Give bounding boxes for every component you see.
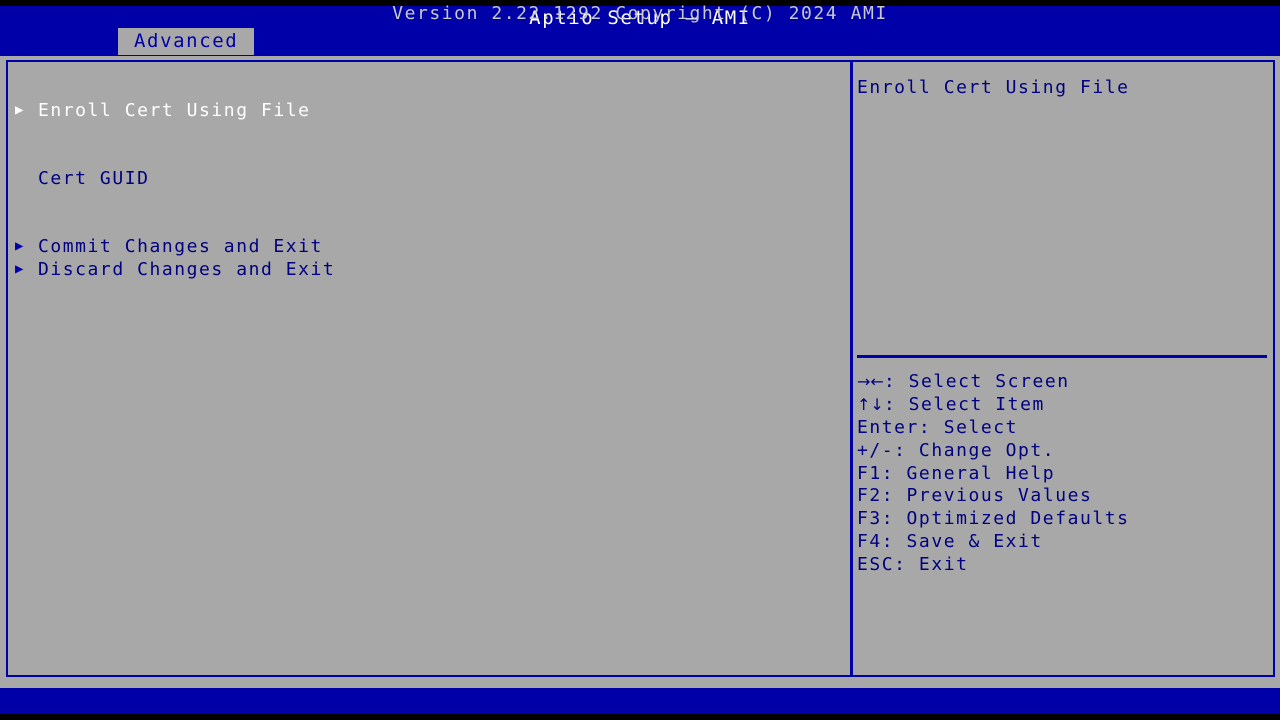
pane-divider <box>850 60 853 677</box>
submenu-arrow-icon: ▶ <box>15 235 33 258</box>
submenu-arrow-icon: ▶ <box>15 258 33 281</box>
key-legend-text: : Select Item <box>884 394 1045 415</box>
tab-advanced[interactable]: Advanced <box>118 28 254 55</box>
help-description: Enroll Cert Using File <box>857 76 1269 99</box>
key-legend-select-screen: →←: Select Screen <box>857 371 1269 394</box>
version-string: Version 2.22.1292 Copyright (C) 2024 AMI <box>0 3 1280 24</box>
arrow-left-right-icon: →← <box>857 372 884 391</box>
arrow-up-down-icon: ↑↓ <box>857 395 884 414</box>
footer-band <box>0 688 1280 714</box>
menu-item-label: Enroll Cert Using File <box>38 99 311 122</box>
key-legend: →←: Select Screen ↑↓: Select Item Enter:… <box>857 371 1269 577</box>
key-legend-text: : Select Screen <box>884 371 1070 392</box>
bios-setup-screen: Aptio Setup – AMI Advanced ▶ Enroll Cert… <box>0 0 1280 720</box>
key-legend-change-opt: +/-: Change Opt. <box>857 440 1269 463</box>
menu-item-enroll-cert-using-file[interactable]: ▶ Enroll Cert Using File <box>10 99 848 122</box>
submenu-arrow-icon: ▶ <box>15 99 33 122</box>
key-legend-f4-save-exit: F4: Save & Exit <box>857 531 1269 554</box>
key-legend-enter-select: Enter: Select <box>857 417 1269 440</box>
key-legend-f3-optimized-defaults: F3: Optimized Defaults <box>857 508 1269 531</box>
bullet-none-icon <box>15 167 33 190</box>
key-legend-f2-previous-values: F2: Previous Values <box>857 485 1269 508</box>
key-legend-esc-exit: ESC: Exit <box>857 554 1269 577</box>
menu-item-commit-changes-and-exit[interactable]: ▶ Commit Changes and Exit <box>10 235 848 258</box>
key-legend-select-item: ↑↓: Select Item <box>857 394 1269 417</box>
menu-item-label: Discard Changes and Exit <box>38 258 335 281</box>
menu-item-cert-guid[interactable]: Cert GUID <box>10 167 848 190</box>
tab-strip: Advanced <box>0 28 1280 55</box>
help-pane: Enroll Cert Using File →←: Select Screen… <box>857 62 1269 675</box>
key-legend-f1-general-help: F1: General Help <box>857 463 1269 486</box>
help-separator <box>857 355 1267 358</box>
menu-item-discard-changes-and-exit[interactable]: ▶ Discard Changes and Exit <box>10 258 848 281</box>
menu-item-label: Cert GUID <box>38 167 149 190</box>
menu-item-label: Commit Changes and Exit <box>38 235 323 258</box>
settings-list: ▶ Enroll Cert Using File Cert GUID ▶ Com… <box>10 62 848 675</box>
